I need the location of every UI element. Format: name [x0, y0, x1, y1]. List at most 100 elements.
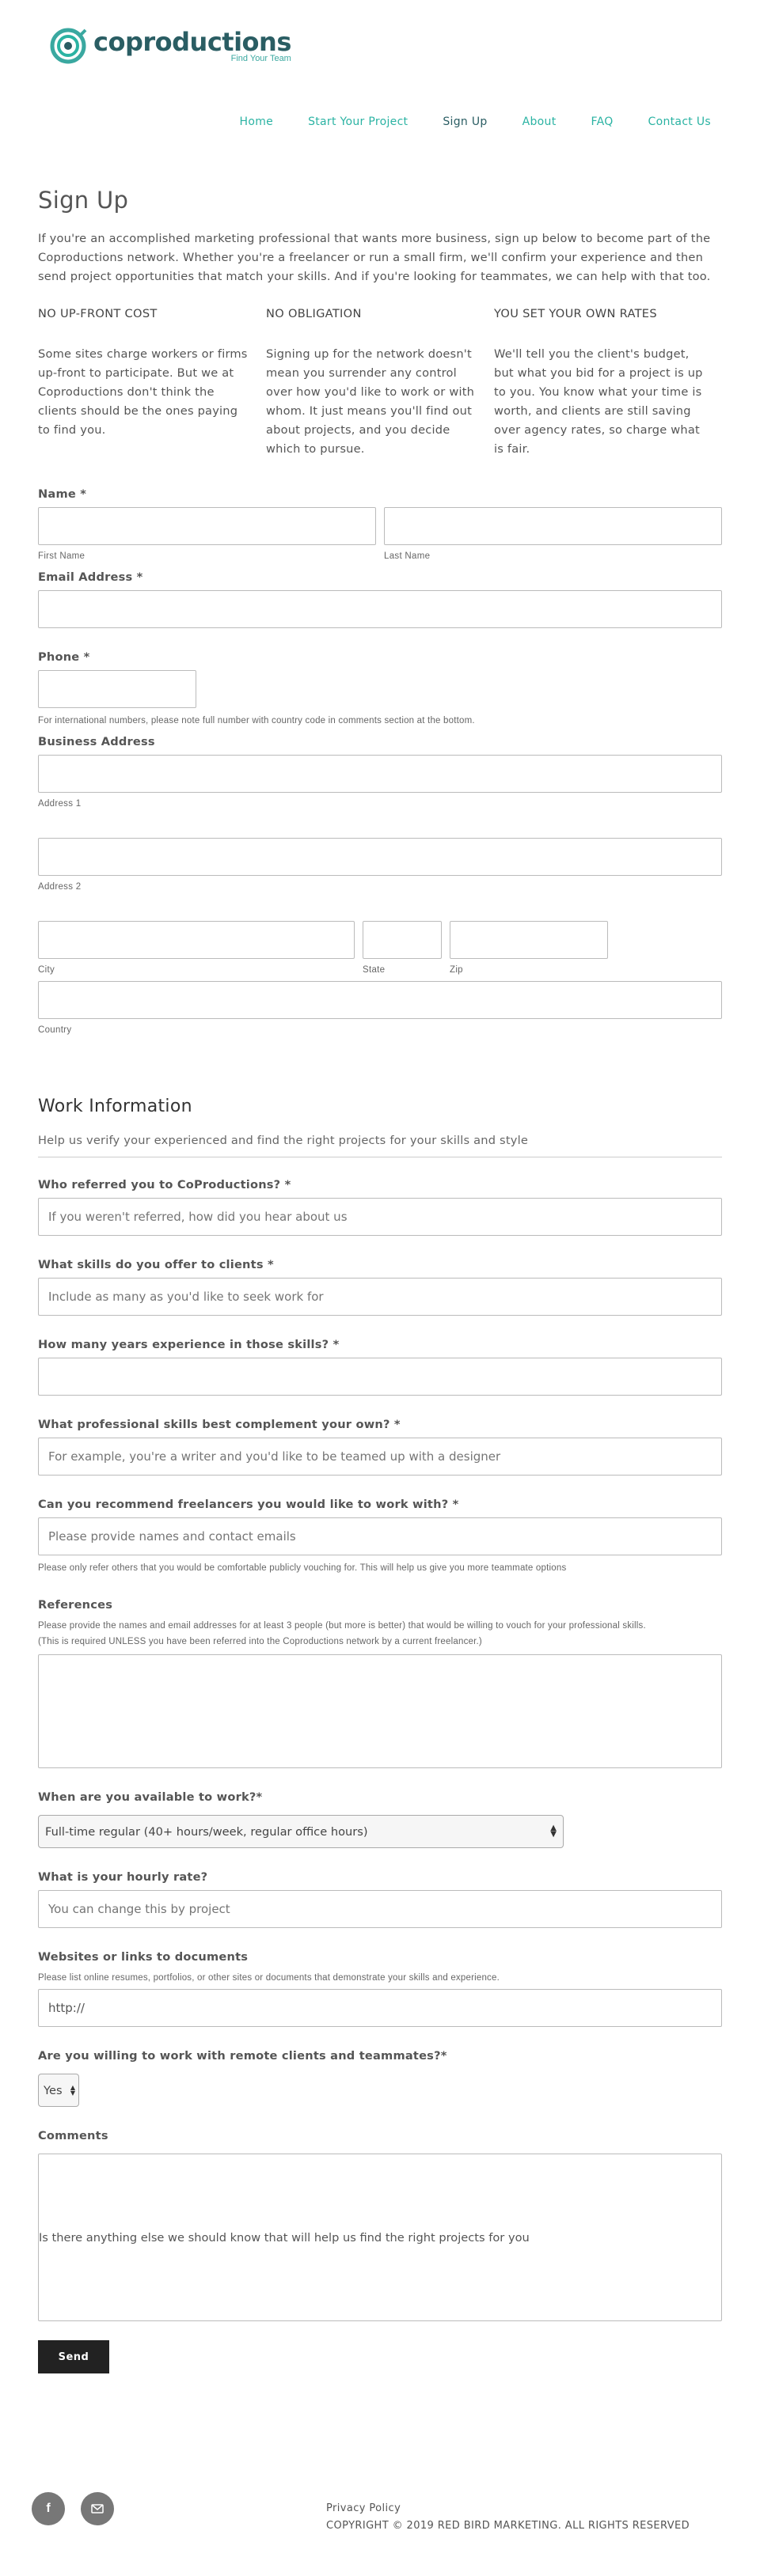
- years-label: How many years experience in those skill…: [38, 1338, 340, 1351]
- websites-group: Websites or links to documents Please li…: [38, 1950, 722, 2027]
- recommend-hint: Please only refer others that you would …: [38, 1563, 567, 1573]
- benefit-title: YOU SET YOUR OWN RATES: [494, 307, 657, 320]
- phone-group: Phone * For international numbers, pleas…: [38, 650, 722, 727]
- benefit-title: NO OBLIGATION: [266, 307, 362, 320]
- years-input[interactable]: [38, 1358, 722, 1396]
- recommend-group: Can you recommend freelancers you would …: [38, 1498, 722, 1574]
- benefit-column: NO OBLIGATION Signing up for the network…: [266, 307, 494, 459]
- comments-textarea[interactable]: Is there anything else we should know th…: [38, 2154, 722, 2321]
- referred-input[interactable]: [38, 1198, 722, 1236]
- facebook-icon[interactable]: f: [32, 2492, 65, 2525]
- first-name-sublabel: First Name: [38, 551, 86, 561]
- email-field[interactable]: [38, 590, 722, 628]
- select-arrows-icon: ▲ ▼: [550, 1824, 557, 1839]
- references-textarea[interactable]: [38, 1654, 722, 1768]
- complement-input[interactable]: [38, 1438, 722, 1476]
- main-content: Sign Up If you're an accomplished market…: [0, 187, 760, 2373]
- name-group: Name * First Name Last Name: [38, 487, 722, 561]
- page-title: Sign Up: [38, 187, 129, 214]
- address1-sublabel: Address 1: [38, 799, 82, 809]
- websites-hint: Please list online resumes, portfolios, …: [38, 1973, 500, 1983]
- remote-value: Yes: [44, 2083, 63, 2097]
- remote-group: Are you willing to work with remote clie…: [38, 2049, 722, 2107]
- websites-label: Websites or links to documents: [38, 1950, 249, 1964]
- first-name-input[interactable]: [38, 507, 376, 545]
- availability-value: Full-time regular (40+ hours/week, regul…: [45, 1824, 368, 1839]
- state-sublabel: State: [363, 965, 386, 975]
- benefit-title: NO UP-FRONT COST: [38, 307, 158, 320]
- references-group: References Please provide the names and …: [38, 1598, 722, 1768]
- remote-select[interactable]: Yes ▲ ▼: [38, 2074, 79, 2107]
- copyright-text: COPYRIGHT © 2019 RED BIRD MARKETING. ALL…: [326, 2520, 690, 2532]
- nav-home[interactable]: Home: [240, 116, 274, 128]
- availability-label: When are you available to work?*: [38, 1790, 263, 1804]
- references-hint-note: (This is required UNLESS you have been r…: [38, 1637, 482, 1646]
- referred-group: Who referred you to CoProductions? *: [38, 1178, 722, 1236]
- brand-name: coproductions: [93, 27, 291, 57]
- last-name-input[interactable]: [384, 507, 722, 545]
- nav-sign-up[interactable]: Sign Up: [443, 116, 487, 128]
- skills-label: What skills do you offer to clients *: [38, 1258, 274, 1271]
- rate-input[interactable]: [38, 1890, 722, 1928]
- references-label: References: [38, 1598, 113, 1612]
- footer-links: Privacy Policy COPYRIGHT © 2019 RED BIRD…: [326, 2500, 690, 2535]
- availability-group: When are you available to work?* Full-ti…: [38, 1790, 722, 1848]
- city-sublabel: City: [38, 965, 55, 975]
- nav-start-your-project[interactable]: Start Your Project: [308, 116, 408, 128]
- complement-group: What professional skills best complement…: [38, 1418, 722, 1476]
- country-sublabel: Country: [38, 1025, 72, 1035]
- city-input[interactable]: [38, 921, 355, 959]
- benefit-text: We'll tell you the client's budget, but …: [494, 347, 703, 456]
- comments-placeholder: Is there anything else we should know th…: [39, 2230, 530, 2245]
- email-label: Email Address *: [38, 570, 143, 584]
- benefit-column: YOU SET YOUR OWN RATES We'll tell you th…: [494, 307, 722, 459]
- intro-text: If you're an accomplished marketing prof…: [38, 232, 711, 283]
- websites-input[interactable]: [38, 1989, 722, 2027]
- email-icon[interactable]: [81, 2492, 114, 2525]
- rate-group: What is your hourly rate?: [38, 1870, 722, 1928]
- benefit-text: Signing up for the network doesn't mean …: [266, 347, 475, 456]
- remote-label: Are you willing to work with remote clie…: [38, 2049, 447, 2063]
- select-arrows-icon: ▲ ▼: [70, 2084, 75, 2097]
- complement-label: What professional skills best complement…: [38, 1418, 401, 1431]
- nav-contact-us[interactable]: Contact Us: [648, 116, 711, 128]
- phone-field[interactable]: [38, 670, 196, 708]
- email-group: Email Address *: [38, 570, 722, 628]
- benefit-columns: NO UP-FRONT COST Some sites charge worke…: [38, 307, 722, 459]
- nav-faq[interactable]: FAQ: [591, 116, 614, 128]
- country-input[interactable]: [38, 981, 722, 1019]
- send-button[interactable]: Send: [38, 2340, 109, 2373]
- logo-icon: [49, 27, 87, 65]
- zip-input[interactable]: [450, 921, 608, 959]
- name-label: Name *: [38, 487, 87, 501]
- benefit-column: NO UP-FRONT COST Some sites charge worke…: [38, 307, 266, 459]
- state-input[interactable]: [363, 921, 442, 959]
- work-section-title: Work Information: [38, 1097, 192, 1116]
- zip-sublabel: Zip: [450, 965, 463, 975]
- address2-sublabel: Address 2: [38, 882, 82, 892]
- benefit-text: Some sites charge workers or firms up-fr…: [38, 347, 248, 437]
- privacy-policy-link[interactable]: Privacy Policy: [326, 2500, 690, 2517]
- main-nav: Home Start Your Project Sign Up About FA…: [240, 116, 711, 128]
- social-links: f: [32, 2492, 114, 2525]
- recommend-label: Can you recommend freelancers you would …: [38, 1498, 459, 1511]
- referred-label: Who referred you to CoProductions? *: [38, 1178, 291, 1191]
- references-hint: Please provide the names and email addre…: [38, 1621, 646, 1631]
- site-header: coproductions Find Your Team Home Start …: [0, 0, 760, 150]
- comments-label: Comments: [38, 2129, 108, 2142]
- recommend-input[interactable]: [38, 1517, 722, 1555]
- address1-input[interactable]: [38, 755, 722, 793]
- skills-group: What skills do you offer to clients *: [38, 1258, 722, 1316]
- comments-group: Comments Is there anything else we shoul…: [38, 2129, 722, 2321]
- years-group: How many years experience in those skill…: [38, 1338, 722, 1396]
- site-footer: f Privacy Policy COPYRIGHT © 2019 RED BI…: [0, 2492, 760, 2555]
- work-section-subtitle: Help us verify your experienced and find…: [38, 1134, 722, 1157]
- nav-about[interactable]: About: [522, 116, 557, 128]
- last-name-sublabel: Last Name: [384, 551, 431, 561]
- address2-input[interactable]: [38, 838, 722, 876]
- site-logo[interactable]: coproductions Find Your Team: [49, 27, 291, 65]
- business-address-label: Business Address: [38, 735, 155, 748]
- skills-input[interactable]: [38, 1278, 722, 1316]
- availability-select[interactable]: Full-time regular (40+ hours/week, regul…: [38, 1815, 564, 1848]
- phone-label: Phone *: [38, 650, 90, 664]
